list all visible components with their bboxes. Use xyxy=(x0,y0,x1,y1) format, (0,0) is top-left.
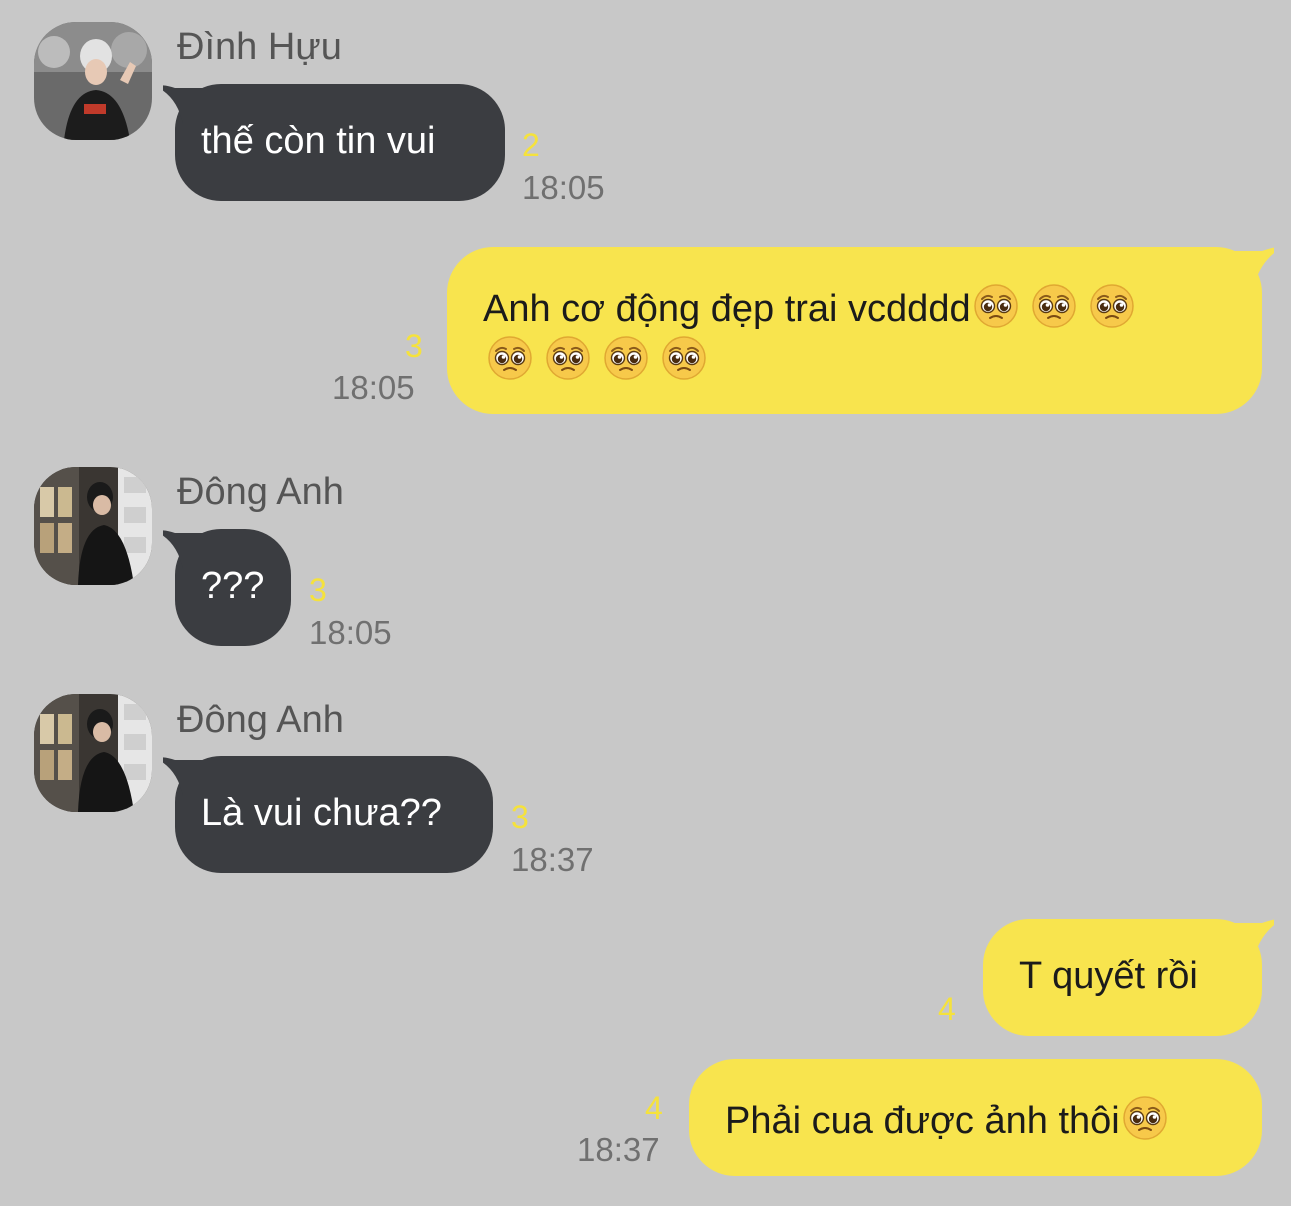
sender-name: Đông Anh xyxy=(177,699,344,741)
pleading-face-icon xyxy=(1031,283,1077,329)
sender-name: Đình Hựu xyxy=(177,26,342,68)
message-text-line: Anh cơ động đẹp trai vcdddd xyxy=(483,283,1135,331)
avatar-dinh-huu[interactable] xyxy=(34,22,152,140)
message-text: Là vui chưa?? xyxy=(201,792,442,834)
message-bubble-outgoing[interactable]: T quyết rồi xyxy=(983,919,1274,1036)
emoji-row xyxy=(487,335,707,383)
message-text-line: Phải cua được ảnh thôi xyxy=(725,1095,1168,1143)
message-time: 18:05 xyxy=(309,614,392,651)
message-bubble-outgoing[interactable]: Anh cơ động đẹp trai vcdddd xyxy=(447,247,1274,414)
read-count: 2 xyxy=(522,127,540,163)
message-time: 18:05 xyxy=(332,369,415,406)
read-count: 3 xyxy=(511,799,529,835)
bubble-tail xyxy=(1234,919,1274,959)
message-text: Phải cua được ảnh thôi xyxy=(725,1100,1120,1142)
bubble-tail xyxy=(163,757,203,796)
pleading-face-icon xyxy=(487,335,533,381)
bubble-tail xyxy=(163,530,203,569)
message-text: Anh cơ động đẹp trai vcdddd xyxy=(483,288,971,330)
bubble-tail xyxy=(163,85,203,124)
read-count: 4 xyxy=(645,1090,663,1126)
bubble-tail xyxy=(1234,247,1274,287)
message-time: 18:05 xyxy=(522,169,605,206)
read-count: 4 xyxy=(938,991,956,1027)
sender-name: Đông Anh xyxy=(177,471,344,513)
pleading-face-icon xyxy=(1122,1095,1168,1141)
avatar-dong-anh[interactable] xyxy=(34,467,152,585)
pleading-face-icon xyxy=(545,335,591,381)
read-count: 3 xyxy=(405,328,423,364)
pleading-face-icon xyxy=(1089,283,1135,329)
pleading-face-icon xyxy=(661,335,707,381)
pleading-face-icon xyxy=(973,283,1019,329)
avatar-dong-anh[interactable] xyxy=(34,694,152,812)
message-bubble-outgoing[interactable]: Phải cua được ảnh thôi xyxy=(689,1059,1262,1176)
message-bubble-incoming[interactable]: Là vui chưa?? xyxy=(163,756,493,873)
read-count: 3 xyxy=(309,572,327,608)
message-text: T quyết rồi xyxy=(1019,955,1198,997)
message-bubble-incoming[interactable]: ??? xyxy=(163,529,291,646)
message-time: 18:37 xyxy=(577,1131,660,1168)
message-text: ??? xyxy=(201,565,265,607)
message-text: thế còn tin vui xyxy=(201,120,436,162)
pleading-face-icon xyxy=(603,335,649,381)
message-time: 18:37 xyxy=(511,841,594,878)
message-bubble-incoming[interactable]: thế còn tin vui xyxy=(163,84,505,201)
